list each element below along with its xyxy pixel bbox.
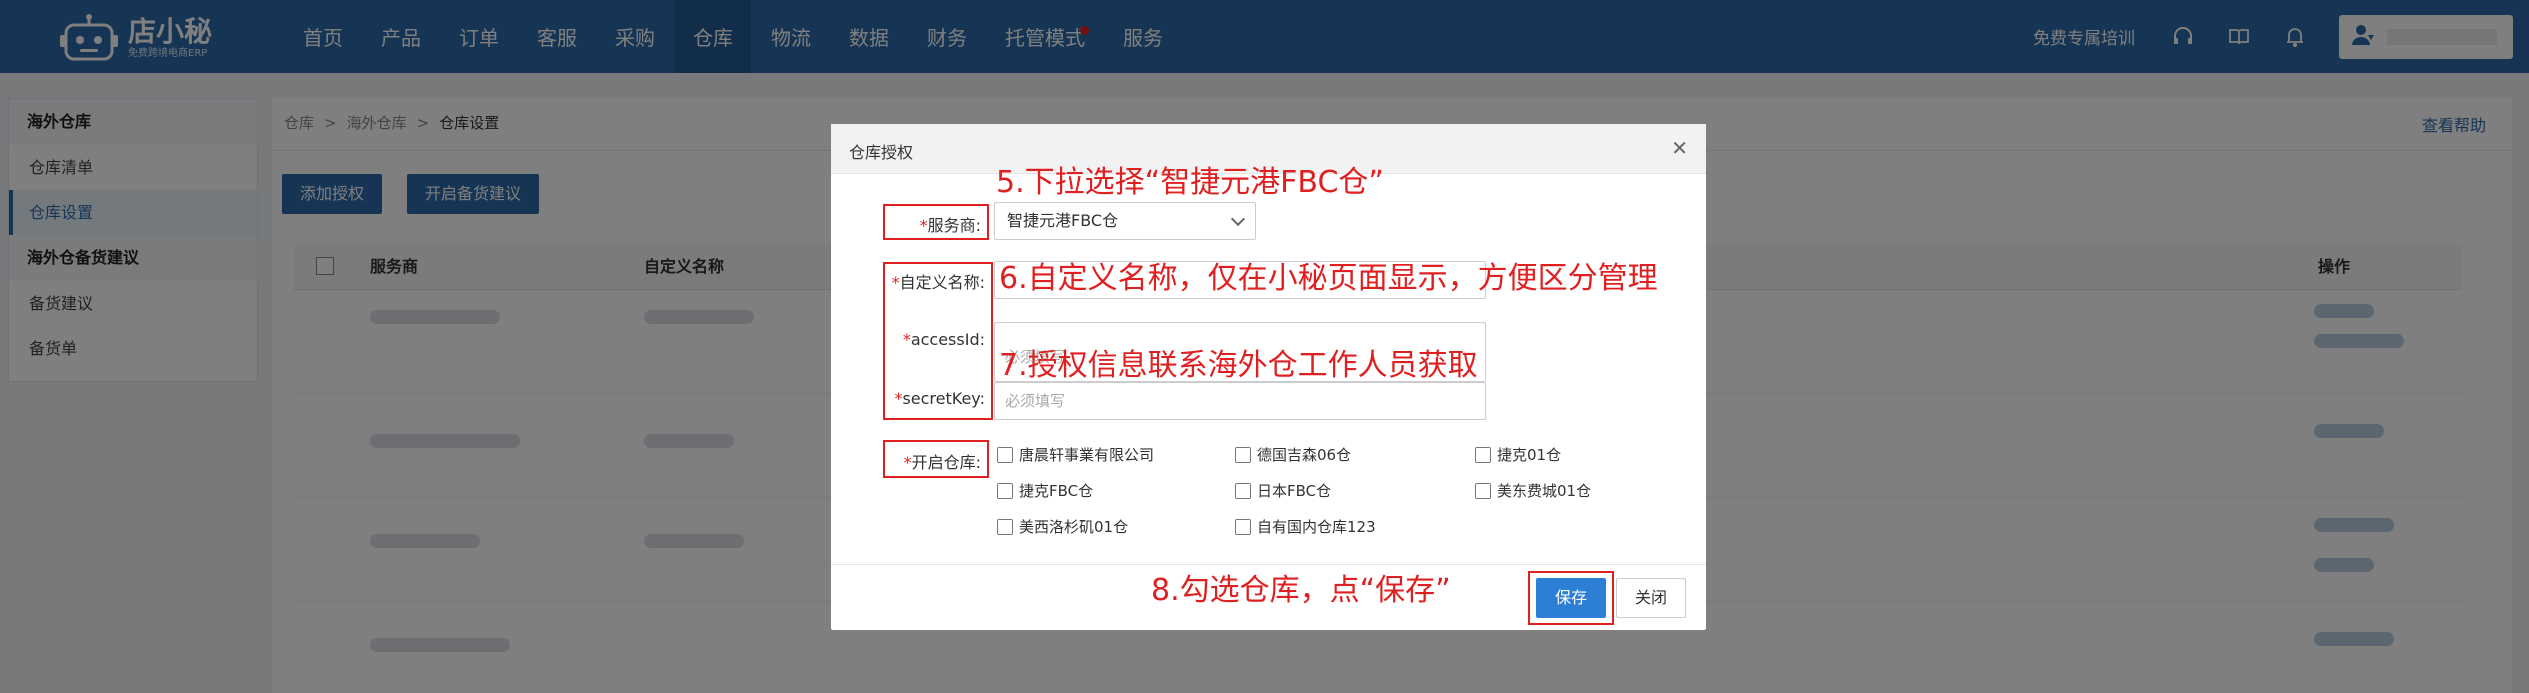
provider-select[interactable]: 智捷元港FBC仓: [994, 202, 1256, 240]
warehouse-checkbox[interactable]: 自有国内仓库123: [1235, 516, 1376, 537]
secret-key-label: *secretKey:: [894, 389, 985, 408]
access-id-label: *accessId:: [902, 330, 985, 349]
dialog-footer-divider: [831, 564, 1706, 565]
annotation-step-6: 6.自定义名称，仅在小秘页面显示，方便区分管理: [999, 261, 1658, 296]
dialog-title: 仓库授权: [849, 143, 914, 162]
provider-label: *服务商:: [919, 216, 981, 235]
annotation-step-7: 7.授权信息联系海外仓工作人员获取: [999, 348, 1478, 383]
warehouse-authorization-dialog: 仓库授权 ✕ *服务商: 智捷元港FBC仓 *自定义名称: *accessId:…: [831, 124, 1706, 630]
annotation-step-8: 8.勾选仓库，点“保存”: [1151, 573, 1451, 608]
secret-key-input[interactable]: [994, 382, 1486, 420]
annotation-step-5: 5.下拉选择“智捷元港FBC仓”: [996, 165, 1384, 200]
chevron-down-icon: [1230, 211, 1246, 227]
warehouse-checkbox[interactable]: 美东费城01仓: [1475, 480, 1591, 501]
warehouse-checkbox[interactable]: 唐晨轩事業有限公司: [997, 444, 1154, 465]
save-button[interactable]: 保存: [1536, 578, 1606, 618]
warehouse-checkbox[interactable]: 日本FBC仓: [1235, 480, 1331, 501]
custom-name-label: *自定义名称:: [891, 273, 985, 292]
warehouse-checkbox[interactable]: 捷克FBC仓: [997, 480, 1093, 501]
close-icon[interactable]: ✕: [1671, 138, 1688, 158]
enable-warehouse-label: *开启仓库:: [903, 453, 981, 472]
close-button[interactable]: 关闭: [1616, 578, 1686, 618]
warehouse-checkbox[interactable]: 美西洛杉矶01仓: [997, 516, 1128, 537]
warehouse-checkbox[interactable]: 德国吉森06仓: [1235, 444, 1351, 465]
provider-select-value: 智捷元港FBC仓: [1007, 211, 1119, 230]
warehouse-checkbox[interactable]: 捷克01仓: [1475, 444, 1561, 465]
